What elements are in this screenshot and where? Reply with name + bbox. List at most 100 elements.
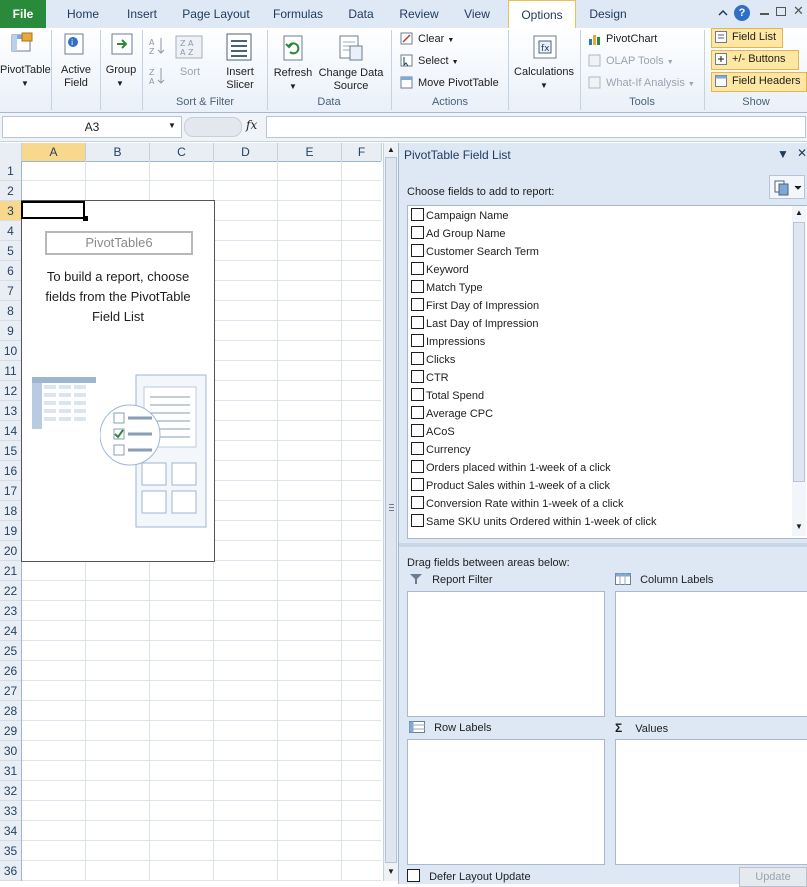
refresh-button[interactable]: Refresh bbox=[270, 67, 316, 80]
row-header-31[interactable]: 31 bbox=[0, 761, 21, 781]
plus-minus-buttons-toggle[interactable]: +/- Buttons bbox=[711, 50, 799, 70]
close-window-icon[interactable]: ✕ bbox=[793, 3, 804, 19]
formula-input[interactable] bbox=[266, 116, 806, 138]
update-button[interactable]: Update bbox=[739, 867, 807, 887]
field-scroll-down-icon[interactable]: ▼ bbox=[795, 522, 803, 531]
sort-dialog-icon[interactable]: Z AA Z bbox=[174, 34, 204, 60]
sort-button[interactable]: Sort bbox=[172, 66, 208, 79]
field-checkbox[interactable] bbox=[411, 370, 424, 383]
what-if-dropdown-icon[interactable]: ▼ bbox=[688, 81, 695, 88]
row-header-29[interactable]: 29 bbox=[0, 721, 21, 741]
column-header-a[interactable]: A bbox=[22, 143, 86, 161]
row-header-36[interactable]: 36 bbox=[0, 861, 21, 881]
field-item[interactable]: Clicks bbox=[411, 351, 455, 369]
insert-slicer-label-1[interactable]: Insert bbox=[214, 66, 266, 79]
field-item[interactable]: Match Type bbox=[411, 279, 483, 297]
pivottable-button[interactable]: PivotTable bbox=[0, 64, 51, 77]
field-checkbox[interactable] bbox=[411, 208, 424, 221]
move-pivottable-button[interactable]: Move PivotTable bbox=[418, 77, 499, 90]
field-checkbox[interactable] bbox=[411, 244, 424, 257]
insert-function-icon[interactable]: fx bbox=[246, 118, 257, 132]
active-field-label-1[interactable]: Active bbox=[54, 64, 98, 77]
field-item[interactable]: Conversion Rate within 1-week of a click bbox=[411, 495, 623, 513]
tab-formulas[interactable]: Formulas bbox=[266, 0, 330, 28]
field-item[interactable]: CTR bbox=[411, 369, 449, 387]
olap-tools-button[interactable]: OLAP Tools ▼ bbox=[606, 55, 674, 69]
field-checkbox[interactable] bbox=[411, 298, 424, 311]
select-button[interactable]: Select ▼ bbox=[418, 55, 459, 69]
calculations-dropdown-icon[interactable]: ▼ bbox=[537, 79, 551, 92]
change-data-source-label-1[interactable]: Change Data bbox=[316, 67, 386, 80]
field-checkbox[interactable] bbox=[411, 406, 424, 419]
tab-design[interactable]: Design bbox=[580, 0, 636, 28]
field-item[interactable]: Average CPC bbox=[411, 405, 493, 423]
field-checkbox[interactable] bbox=[411, 352, 424, 365]
field-checkbox[interactable] bbox=[411, 514, 424, 527]
pane-close-icon[interactable]: ✕ bbox=[797, 146, 807, 160]
field-item[interactable]: ACoS bbox=[411, 423, 455, 441]
calculations-button[interactable]: Calculations bbox=[510, 66, 578, 79]
row-header-15[interactable]: 15 bbox=[0, 441, 21, 461]
column-header-c[interactable]: C bbox=[150, 143, 214, 161]
minimize-window-icon[interactable] bbox=[760, 13, 769, 15]
field-layout-button[interactable] bbox=[769, 175, 805, 199]
field-checkbox[interactable] bbox=[411, 334, 424, 347]
refresh-dropdown-icon[interactable]: ▼ bbox=[286, 80, 300, 93]
scroll-up-icon[interactable]: ▲ bbox=[387, 145, 395, 154]
row-header-16[interactable]: 16 bbox=[0, 461, 21, 481]
field-scroll-up-icon[interactable]: ▲ bbox=[795, 208, 803, 217]
select-dropdown-icon[interactable]: ▼ bbox=[452, 59, 459, 66]
minimize-ribbon-icon[interactable] bbox=[716, 6, 730, 20]
row-header-35[interactable]: 35 bbox=[0, 841, 21, 861]
row-header-7[interactable]: 7 bbox=[0, 281, 21, 301]
field-list-scrollbar[interactable]: ▲ ▼ bbox=[792, 206, 806, 536]
field-item[interactable]: Product Sales within 1-week of a click bbox=[411, 477, 610, 495]
field-item[interactable]: Ad Group Name bbox=[411, 225, 505, 243]
field-checkbox[interactable] bbox=[411, 316, 424, 329]
row-header-8[interactable]: 8 bbox=[0, 301, 21, 321]
report-filter-area[interactable] bbox=[407, 591, 605, 717]
row-header-20[interactable]: 20 bbox=[0, 541, 21, 561]
tab-view[interactable]: View bbox=[454, 0, 500, 28]
tab-home[interactable]: Home bbox=[58, 0, 108, 28]
field-checkbox[interactable] bbox=[411, 424, 424, 437]
row-header-25[interactable]: 25 bbox=[0, 641, 21, 661]
values-area[interactable] bbox=[615, 739, 807, 865]
pivottable-dropdown-icon[interactable]: ▼ bbox=[18, 77, 32, 90]
column-labels-area[interactable] bbox=[615, 591, 807, 717]
field-item[interactable]: Customer Search Term bbox=[411, 243, 539, 261]
column-header-e[interactable]: E bbox=[278, 143, 342, 161]
clear-button[interactable]: Clear ▼ bbox=[418, 33, 454, 47]
name-box[interactable]: A3 bbox=[2, 116, 182, 138]
row-header-32[interactable]: 32 bbox=[0, 781, 21, 801]
row-header-21[interactable]: 21 bbox=[0, 561, 21, 581]
field-list-toggle[interactable]: Field List bbox=[711, 28, 783, 48]
field-checkbox[interactable] bbox=[411, 262, 424, 275]
field-item[interactable]: Impressions bbox=[411, 333, 485, 351]
tab-options[interactable]: Options bbox=[508, 0, 576, 30]
row-header-2[interactable]: 2 bbox=[0, 181, 21, 201]
field-checkbox[interactable] bbox=[411, 388, 424, 401]
name-box-dropdown-icon[interactable]: ▼ bbox=[168, 121, 176, 130]
what-if-analysis-button[interactable]: What-If Analysis ▼ bbox=[606, 77, 695, 91]
field-item[interactable]: Total Spend bbox=[411, 387, 484, 405]
group-button[interactable]: Group bbox=[102, 64, 140, 77]
row-header-27[interactable]: 27 bbox=[0, 681, 21, 701]
clear-dropdown-icon[interactable]: ▼ bbox=[447, 37, 454, 44]
row-header-10[interactable]: 10 bbox=[0, 341, 21, 361]
field-item[interactable]: Last Day of Impression bbox=[411, 315, 539, 333]
field-item[interactable]: Keyword bbox=[411, 261, 469, 279]
tab-page-layout[interactable]: Page Layout bbox=[176, 0, 256, 28]
fill-handle[interactable] bbox=[83, 216, 88, 221]
tab-review[interactable]: Review bbox=[392, 0, 446, 28]
row-header-30[interactable]: 30 bbox=[0, 741, 21, 761]
sort-a-z-icon[interactable]: AZ bbox=[148, 36, 168, 56]
change-data-source-label-2[interactable]: Source bbox=[316, 80, 386, 93]
pivottable-placeholder[interactable]: PivotTable6 To build a report, choose fi… bbox=[21, 200, 215, 562]
column-header-d[interactable]: D bbox=[214, 143, 278, 161]
group-dropdown-icon[interactable]: ▼ bbox=[113, 77, 127, 90]
row-header-14[interactable]: 14 bbox=[0, 421, 21, 441]
restore-window-icon[interactable] bbox=[776, 7, 786, 16]
row-header-6[interactable]: 6 bbox=[0, 261, 21, 281]
sort-z-a-icon[interactable]: ZA bbox=[148, 66, 168, 86]
